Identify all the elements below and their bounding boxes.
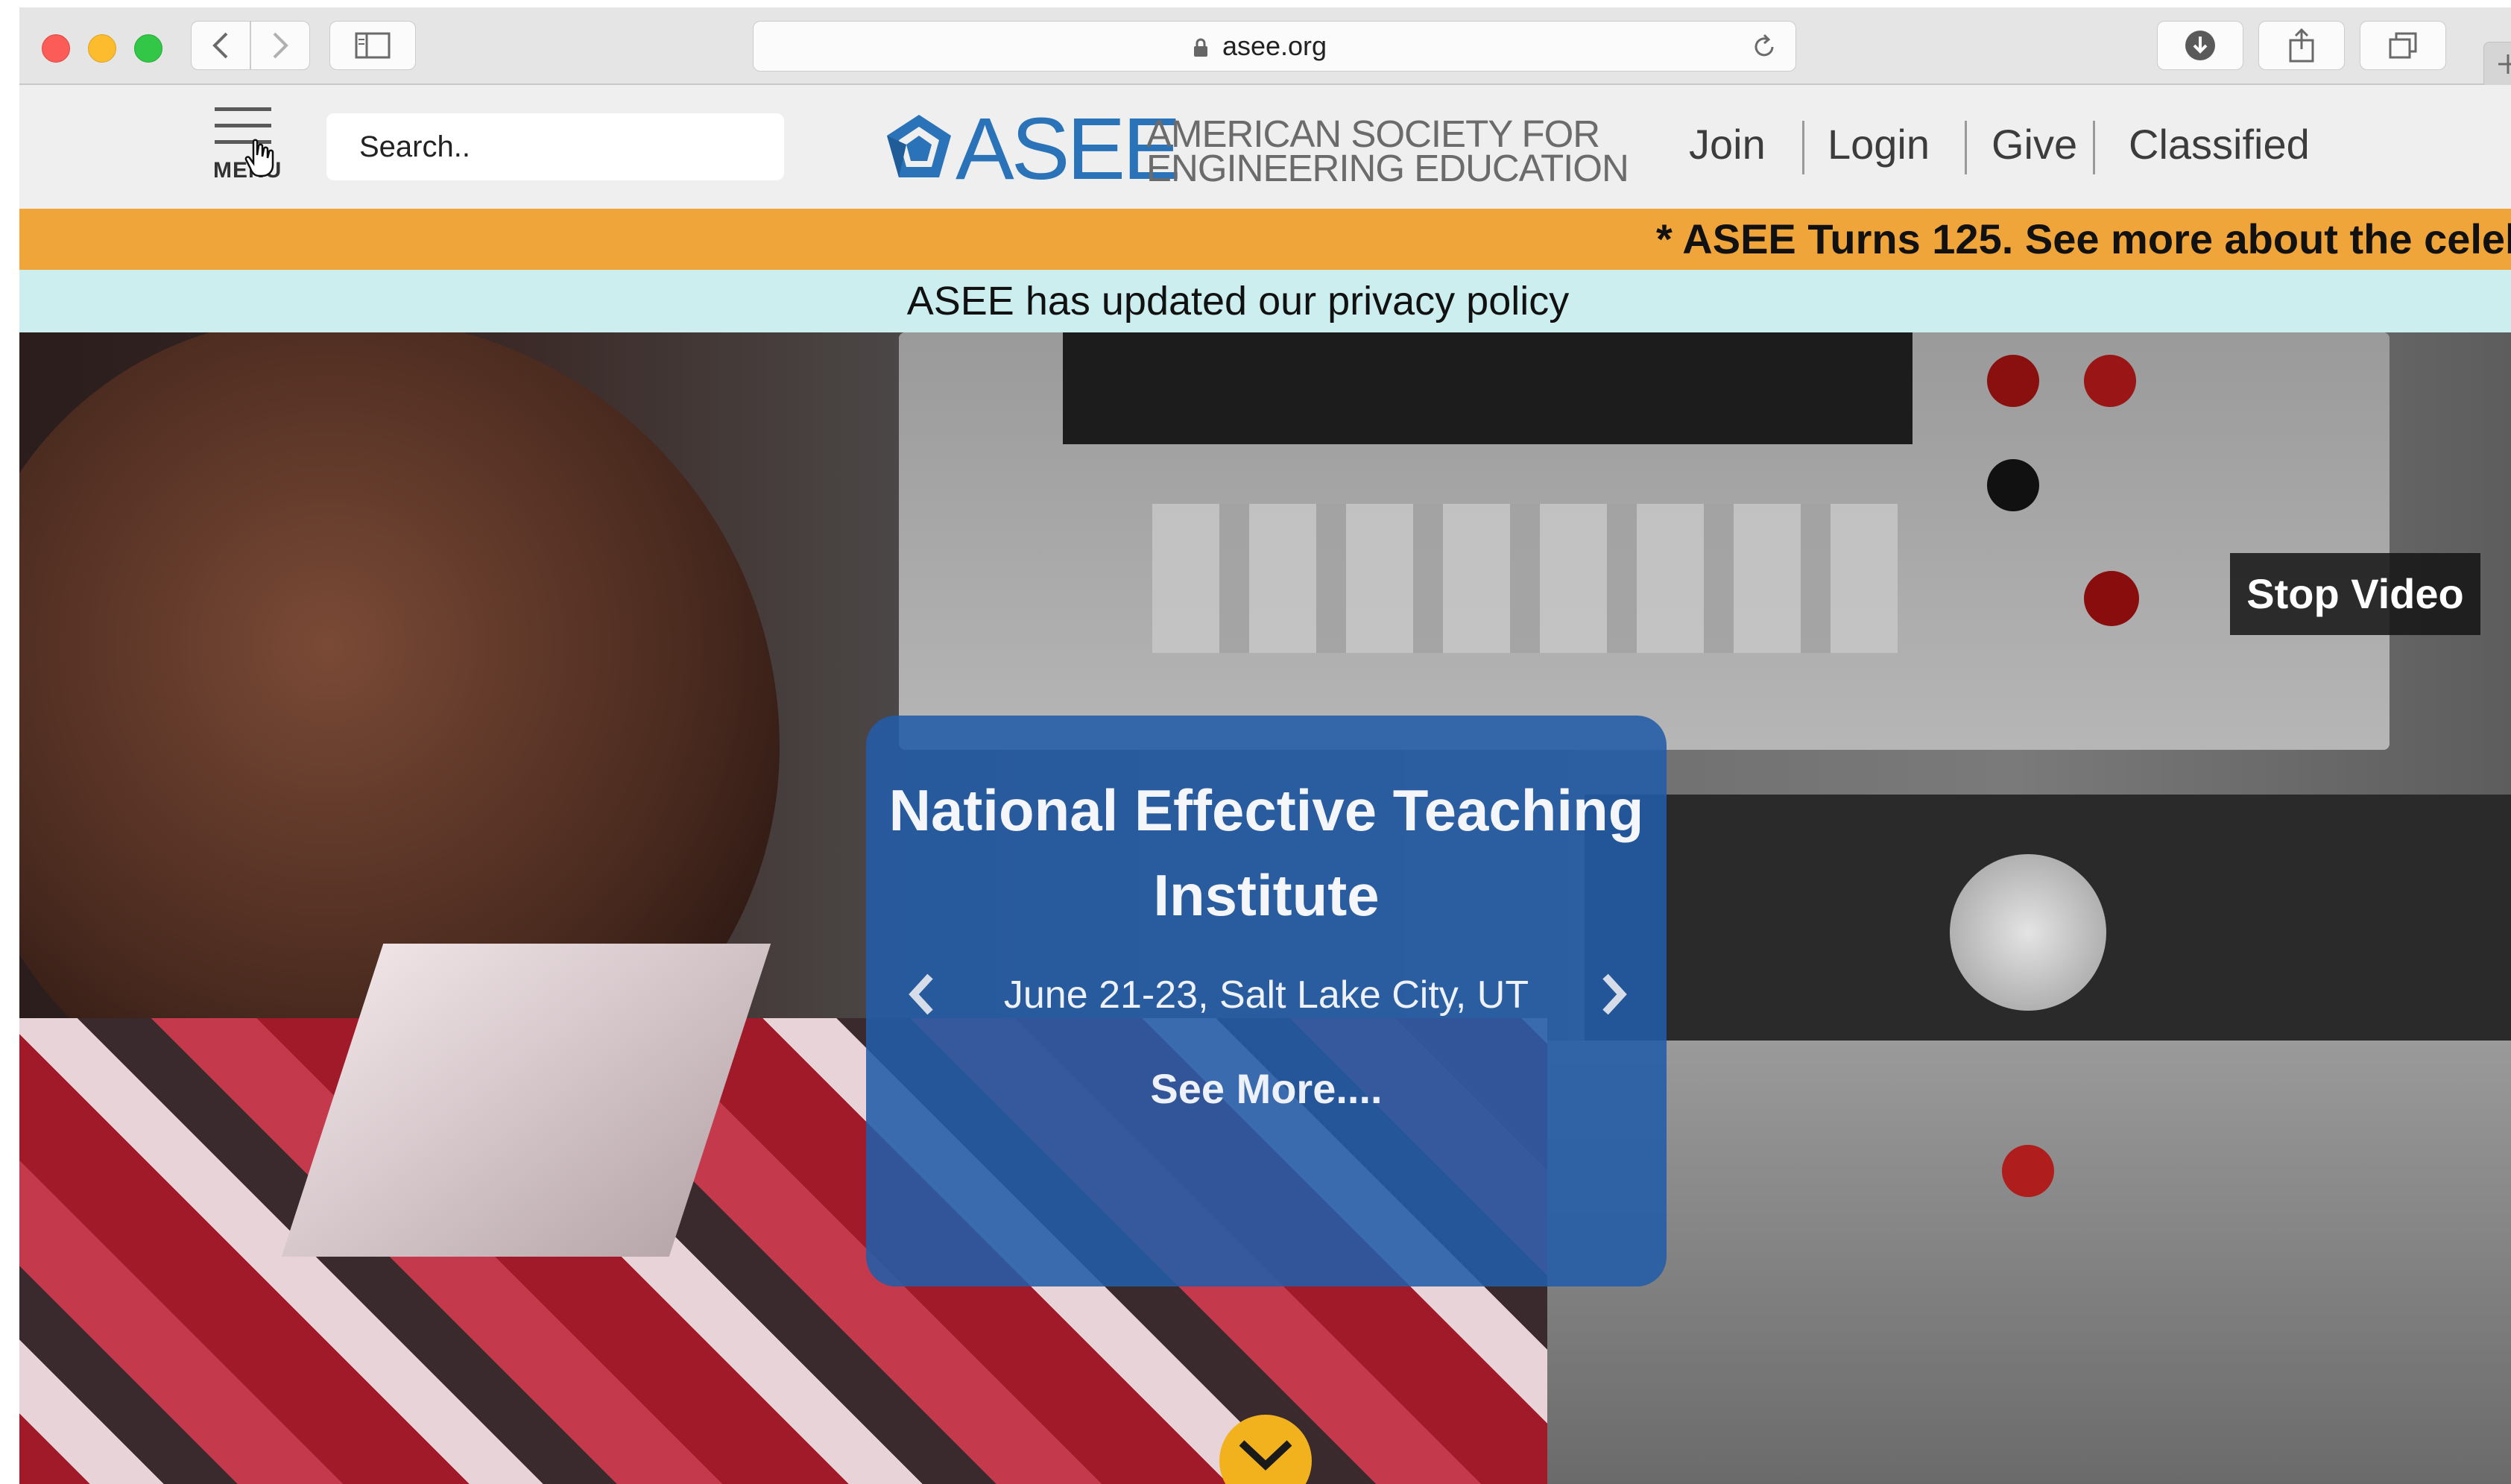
red-terminal: [2084, 355, 2136, 407]
black-terminal: [1987, 459, 2039, 511]
privacy-bar[interactable]: ASEE has updated our privacy policy: [19, 270, 2511, 332]
asee-logo[interactable]: ASEE AMERICAN SOCIETY FOR ENGINEERING ED…: [884, 104, 1629, 194]
hero-video: Stop Video National Effective Teaching I…: [19, 332, 2511, 1484]
plus-icon: [2498, 54, 2511, 74]
see-more-link[interactable]: See More....: [866, 1063, 1667, 1115]
address-bar[interactable]: asee.org: [753, 21, 1796, 72]
announcement-bar[interactable]: * ASEE Turns 125. See more about the cel…: [19, 209, 2511, 270]
logo-asee-text: ASEE: [956, 100, 1181, 198]
url-text[interactable]: asee.org: [754, 22, 1795, 71]
slide-date: June 21-23, Salt Lake City, UT: [1003, 973, 1529, 1017]
red-terminal: [2002, 1145, 2054, 1197]
instrument-bottom-panel: [1547, 1041, 2511, 1484]
sidebar-button[interactable]: [329, 21, 416, 70]
link-separator: [1965, 121, 1967, 174]
forward-icon: [273, 32, 288, 59]
login-link[interactable]: Login: [1828, 115, 1930, 174]
instrument-buttons: [1152, 504, 1898, 653]
new-tab-button[interactable]: [2483, 42, 2511, 86]
announcement-text[interactable]: * ASEE Turns 125. See more about the cel…: [1656, 209, 2511, 270]
menu-button[interactable]: MENU: [207, 107, 289, 189]
forward-button[interactable]: [250, 21, 310, 70]
search-input[interactable]: [326, 113, 784, 180]
link-separator: [2093, 121, 2095, 174]
site-header: MENU ASEE AMERICAN SOCIETY FOR ENGINEERI…: [19, 85, 2511, 209]
chevron-right-icon[interactable]: [1599, 972, 1629, 1017]
instrument-knob: [1950, 854, 2106, 1011]
reload-icon[interactable]: [1751, 34, 1778, 60]
share-icon: [2289, 28, 2314, 63]
hand-cursor-icon: [244, 139, 274, 177]
red-terminal: [2084, 571, 2139, 626]
download-icon: [2185, 31, 2215, 60]
tabs-icon: [2389, 32, 2417, 59]
privacy-policy-link[interactable]: ASEE has updated our privacy policy: [19, 270, 2457, 332]
sidebar-icon: [355, 32, 391, 59]
link-separator: [1802, 121, 1804, 174]
menu-line: [215, 107, 271, 111]
back-button[interactable]: [191, 21, 250, 70]
give-link[interactable]: Give: [1992, 115, 2077, 174]
classified-link[interactable]: Classified: [2129, 115, 2310, 174]
menu-line: [215, 124, 271, 127]
zoom-window-button[interactable]: [134, 34, 162, 63]
carousel-slide: National Effective Teaching Institute Ju…: [866, 716, 1667, 1286]
red-terminal: [1987, 355, 2039, 407]
logo-tagline-line-2: ENGINEERING EDUCATION: [1146, 147, 1629, 189]
back-icon: [212, 32, 228, 59]
slide-title: National Effective Teaching Institute: [888, 777, 1644, 928]
share-button[interactable]: [2258, 21, 2345, 70]
lock-icon: [1194, 38, 1207, 57]
instrument-display: [1063, 332, 1913, 444]
minimize-window-button[interactable]: [88, 34, 116, 63]
downloads-button[interactable]: [2157, 21, 2243, 70]
stop-video-button[interactable]: Stop Video: [2230, 553, 2480, 635]
browser-toolbar: asee.org: [19, 7, 2511, 86]
chevron-down-icon: [1239, 1440, 1292, 1471]
tabs-overview-button[interactable]: [2360, 21, 2446, 70]
join-link[interactable]: Join: [1689, 115, 1766, 174]
close-window-button[interactable]: [42, 34, 70, 63]
asee-logo-mark-icon: [887, 115, 951, 177]
